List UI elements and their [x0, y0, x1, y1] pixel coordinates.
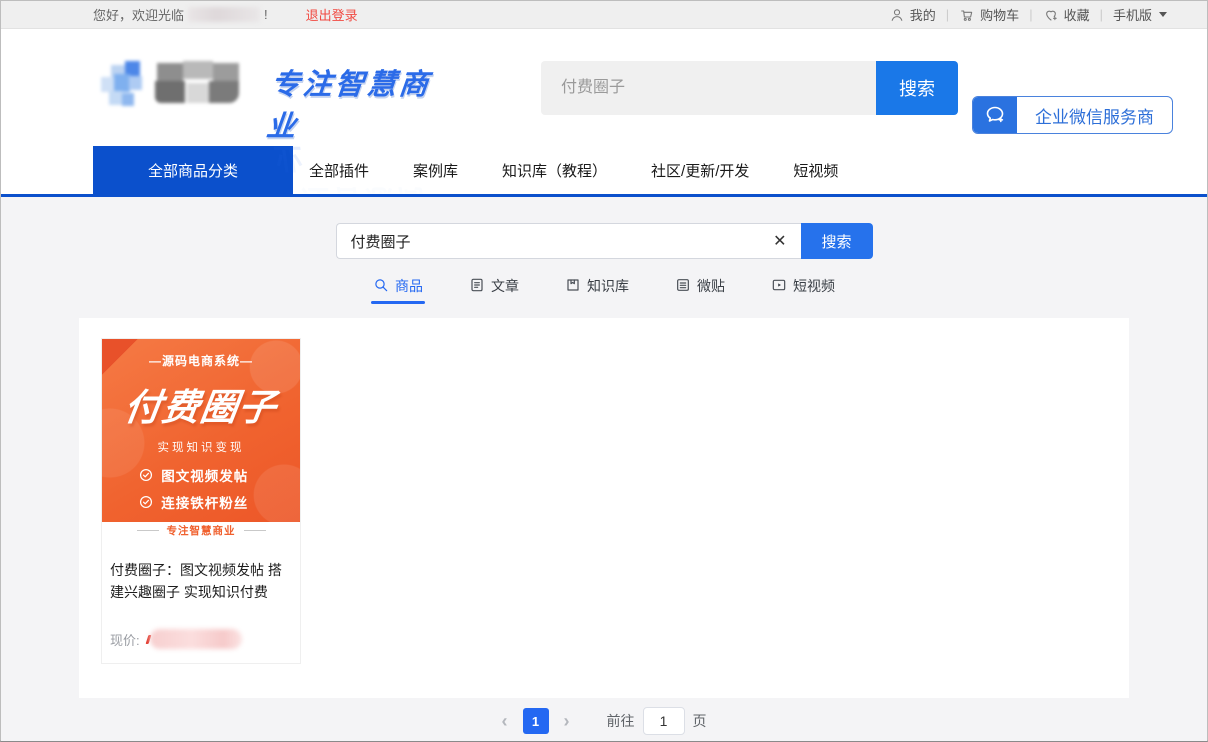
brand-slogan: 专注智慧商业 专注智慧商业 — [269, 61, 449, 223]
header-search: 搜索 — [541, 61, 958, 115]
topbar-item-cart[interactable]: 购物车 — [959, 5, 1019, 24]
banner-tagline: —源码电商系统— — [149, 352, 253, 369]
topbar: 您好，欢迎光临 ! 退出登录 我的 | 购物车 | 收藏 | 手机版 — [1, 1, 1207, 29]
page-unit-label: 页 — [693, 711, 707, 731]
main-content: ✕ 搜索 商品 文章 知识库 微贴 短视频 —源码电商系统— 付费圈 — [1, 197, 1207, 741]
tab-label: 微贴 — [697, 276, 725, 296]
price-label: 现价: — [110, 630, 140, 649]
topbar-item-favorites[interactable]: 收藏 — [1043, 5, 1090, 24]
nav-all-categories[interactable]: 全部商品分类 — [93, 146, 293, 194]
nav-item-community[interactable]: 社区/更新/开发 — [651, 160, 749, 181]
nav-item-shortvideo[interactable]: 短视频 — [793, 160, 838, 181]
content-search-input[interactable] — [351, 233, 772, 250]
tab-label: 商品 — [395, 276, 423, 296]
separator: | — [946, 7, 949, 22]
content-search: ✕ 搜索 — [336, 223, 873, 259]
banner-footer: 专注智慧商业 — [102, 522, 300, 539]
topbar-item-label: 购物车 — [980, 5, 1019, 24]
topbar-item-label: 我的 — [910, 5, 936, 24]
next-page-icon[interactable]: › — [564, 708, 570, 734]
banner-feature: 连接铁杆粉丝 — [139, 492, 248, 512]
wecom-badge-label: 企业微信服务商 — [1017, 103, 1172, 128]
tab-microposts[interactable]: 微贴 — [675, 276, 725, 304]
blurred-price — [150, 629, 242, 649]
search-icon — [373, 277, 389, 293]
product-card[interactable]: —源码电商系统— 付费圈子 实现知识变现 图文视频发帖 连接铁杆粉丝 搭建兴趣圈… — [101, 338, 301, 664]
banner-subtitle: 实现知识变现 — [158, 439, 245, 455]
notes-icon — [675, 277, 691, 293]
tab-knowledge[interactable]: 知识库 — [565, 276, 629, 304]
header-search-input[interactable] — [541, 61, 876, 115]
result-tabs: 商品 文章 知识库 微贴 短视频 — [1, 276, 1207, 304]
topbar-item-label: 手机版 — [1113, 5, 1152, 24]
brand-slogan-reflection: 专注智慧商业 — [265, 139, 454, 223]
site-header: 专注智慧商业 专注智慧商业 搜索 企业微信服务商 — [1, 29, 1207, 146]
logo-blurred-image — [101, 59, 251, 111]
tab-products[interactable]: 商品 — [373, 276, 423, 304]
product-banner-image: —源码电商系统— 付费圈子 实现知识变现 图文视频发帖 连接铁杆粉丝 搭建兴趣圈… — [102, 339, 300, 539]
tab-articles[interactable]: 文章 — [469, 276, 519, 304]
goto-label: 前往 — [607, 711, 635, 731]
wecom-service-badge[interactable]: 企业微信服务商 — [972, 96, 1173, 134]
site-logo[interactable] — [101, 59, 251, 111]
tab-label: 文章 — [491, 276, 519, 296]
goto-page-input[interactable] — [643, 707, 685, 735]
close-icon[interactable]: ✕ — [771, 231, 788, 251]
article-icon — [469, 277, 485, 293]
logout-link[interactable]: 退出登录 — [306, 5, 358, 24]
prev-page-icon[interactable]: ‹ — [502, 708, 508, 734]
topbar-item-label: 收藏 — [1064, 5, 1090, 24]
tab-label: 短视频 — [793, 276, 835, 296]
banner-title: 付费圈子 — [121, 377, 281, 431]
cart-icon — [959, 7, 975, 23]
greeting-text: 您好，欢迎光临 — [93, 5, 184, 24]
brand-slogan-text: 专注智慧商业 — [265, 61, 454, 145]
page-number-button[interactable]: 1 — [523, 708, 549, 734]
main-navigation: 全部商品分类 全部插件 案例库 知识库（教程） 社区/更新/开发 短视频 — [1, 146, 1207, 194]
tab-shortvideo[interactable]: 短视频 — [771, 276, 835, 304]
tab-label: 知识库 — [587, 276, 629, 296]
check-circle-icon — [139, 468, 153, 482]
content-search-button[interactable]: 搜索 — [801, 223, 873, 259]
header-search-button[interactable]: 搜索 — [876, 61, 958, 115]
product-price-row: 现价: — [102, 603, 300, 663]
topbar-item-my[interactable]: 我的 — [889, 5, 936, 24]
chevron-down-icon — [1159, 12, 1167, 17]
pagination: ‹ 1 › 前往 页 — [1, 707, 1207, 735]
separator: | — [1100, 7, 1103, 22]
topbar-item-mobile-version[interactable]: 手机版 — [1113, 5, 1167, 24]
user-icon — [889, 7, 905, 23]
book-icon — [565, 277, 581, 293]
greeting-suffix: ! — [264, 7, 268, 22]
wecom-chat-icon — [973, 96, 1017, 134]
nav-item-knowledge[interactable]: 知识库（教程） — [502, 160, 607, 181]
heart-icon — [1043, 7, 1059, 23]
separator: | — [1029, 7, 1032, 22]
banner-feature: 图文视频发帖 — [139, 465, 248, 485]
video-icon — [771, 277, 787, 293]
blurred-username — [188, 7, 260, 22]
check-circle-icon — [139, 495, 153, 509]
results-panel: —源码电商系统— 付费圈子 实现知识变现 图文视频发帖 连接铁杆粉丝 搭建兴趣圈… — [79, 318, 1129, 698]
product-title: 付费圈子：图文视频发帖 搭建兴趣圈子 实现知识付费 — [102, 539, 300, 603]
